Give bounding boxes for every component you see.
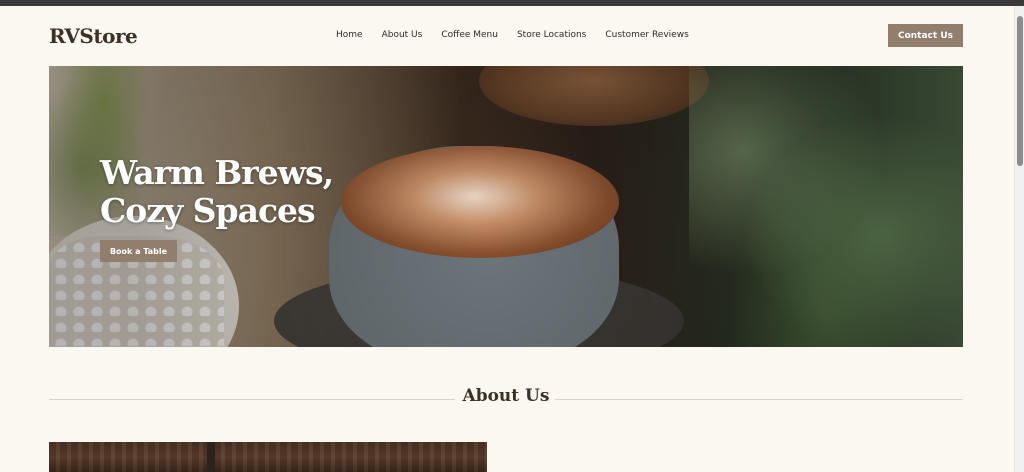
- about-image: [49, 442, 487, 472]
- contact-us-button[interactable]: Contact Us: [888, 24, 963, 47]
- hero-title-line-2: Cozy Spaces: [100, 191, 316, 230]
- image-post: [207, 442, 215, 472]
- page: RVStore Home About Us Coffee Menu Store …: [0, 6, 1014, 472]
- divider-right: [555, 399, 963, 400]
- hero-title-line-1: Warm Brews,: [100, 153, 334, 192]
- vertical-scrollbar[interactable]: [1014, 6, 1024, 472]
- nav-home[interactable]: Home: [336, 30, 363, 40]
- hero-title: Warm Brews, Cozy Spaces: [100, 153, 334, 230]
- nav-customer-reviews[interactable]: Customer Reviews: [605, 30, 688, 40]
- hero-banner: Warm Brews, Cozy Spaces Book a Table: [49, 66, 963, 347]
- nav-store-locations[interactable]: Store Locations: [517, 30, 586, 40]
- about-section-title: About Us: [462, 386, 550, 406]
- scrollbar-thumb[interactable]: [1017, 16, 1023, 166]
- nav-coffee-menu[interactable]: Coffee Menu: [441, 30, 498, 40]
- book-a-table-button[interactable]: Book a Table: [100, 240, 177, 262]
- main-nav: Home About Us Coffee Menu Store Location…: [336, 30, 689, 40]
- site-header: RVStore Home About Us Coffee Menu Store …: [0, 6, 1014, 66]
- about-section-header: About Us: [49, 386, 963, 416]
- divider-left: [49, 399, 455, 400]
- nav-about-us[interactable]: About Us: [382, 30, 423, 40]
- brand-logo[interactable]: RVStore: [49, 24, 138, 48]
- wood-grain: [49, 442, 487, 472]
